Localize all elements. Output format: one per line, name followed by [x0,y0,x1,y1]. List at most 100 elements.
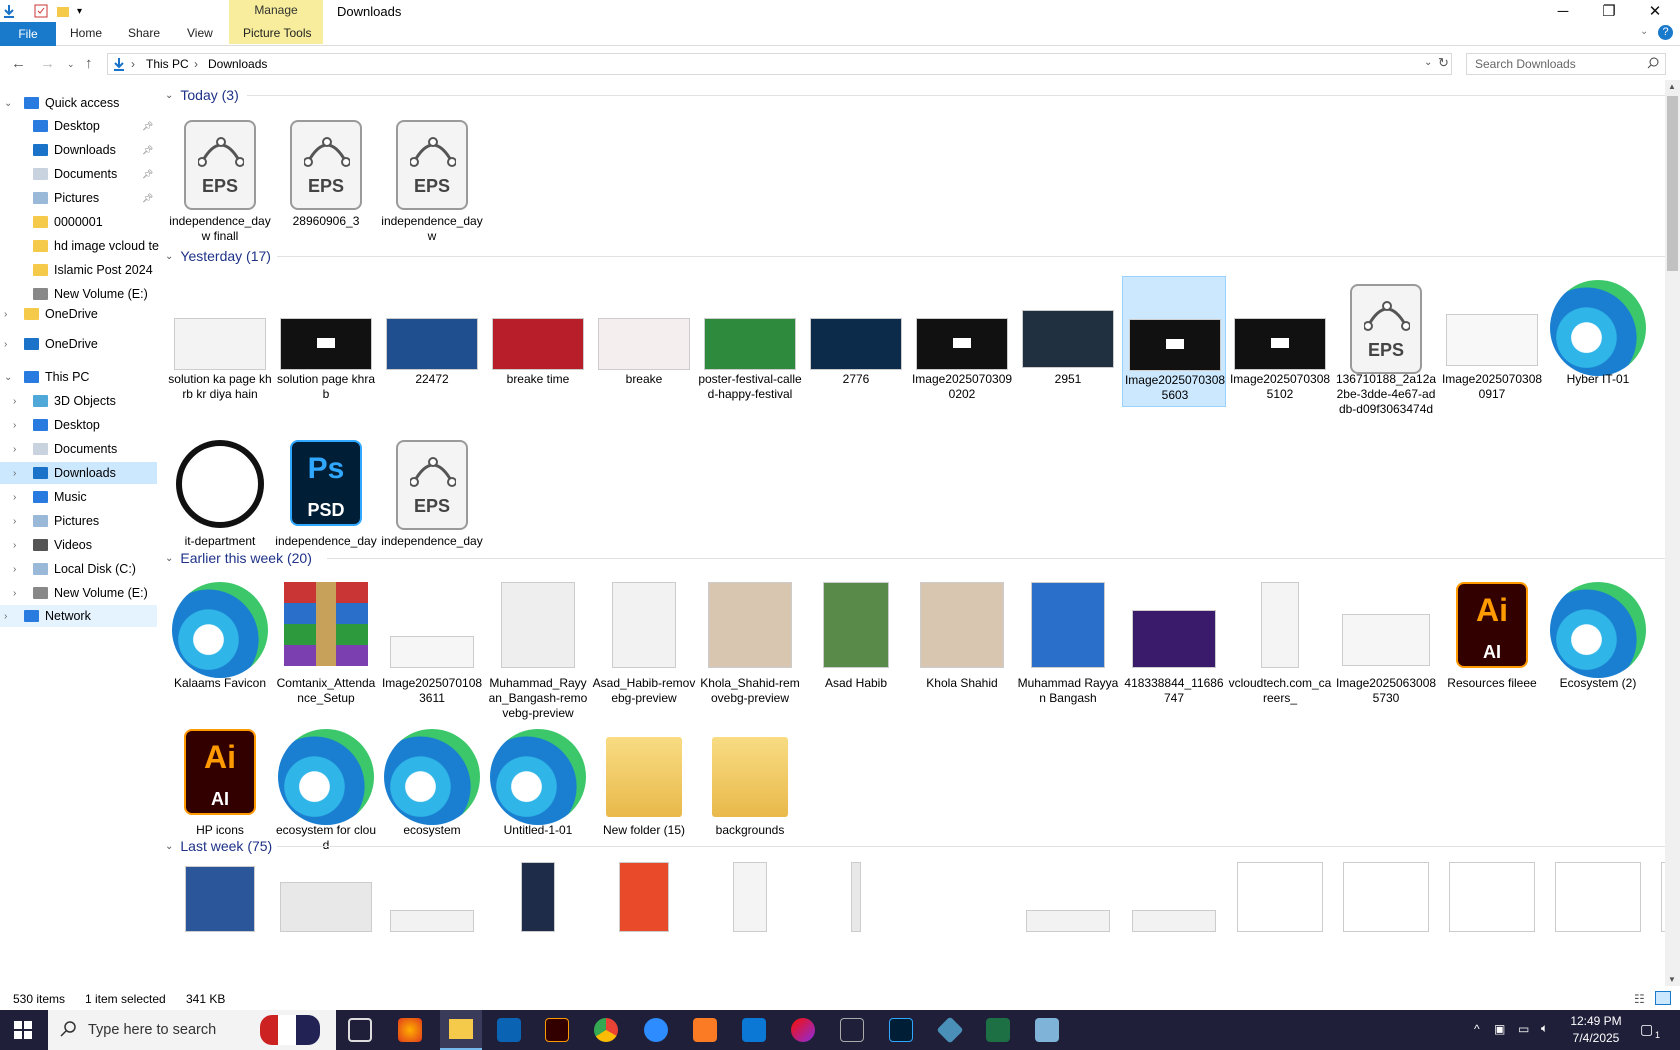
address-dropdown-icon[interactable]: ⌄ [1424,57,1432,68]
file-item[interactable]: EPS independence_dayw [380,116,484,246]
file-item[interactable]: backgrounds [698,725,802,855]
recent-locations-icon[interactable]: ⌄ [67,59,75,70]
file-item[interactable]: Image20250630085730 [1334,578,1438,708]
nav-item-documents[interactable]: Documents 📌︎ [0,163,157,185]
file-item[interactable]: ecosystem [380,725,484,855]
network-tray-icon[interactable]: ▭ [1518,1022,1529,1036]
last-week-group[interactable]: ⌄ Last week (75) [165,835,272,857]
file-item[interactable] [1546,856,1650,946]
illustrator-taskbar-icon[interactable] [545,1018,569,1042]
file-item[interactable] [1652,856,1665,946]
nav-item-onedrive-2[interactable]: › OneDrive [0,333,157,355]
collapse-chevron-icon[interactable]: ⌄ [165,251,173,262]
chrome-icon[interactable] [594,1018,618,1042]
file-item[interactable]: EPS 28960906_3 [274,116,378,246]
close-button[interactable]: ✕ [1632,0,1678,22]
file-item[interactable]: EPS 136710188_2a12a2be-3dde-4e67-addb-d09… [1334,276,1438,416]
creative-cloud-icon[interactable] [791,1018,815,1042]
collapse-chevron-icon[interactable]: ⌄ [165,90,173,101]
file-item[interactable]: Image20250703090202 [910,276,1014,416]
file-item[interactable]: Muhammad Rayyan Bangash [1016,578,1120,708]
tab-picture-tools[interactable]: Picture Tools [243,26,311,40]
large-icons-view-icon[interactable] [1655,991,1671,1005]
file-item[interactable] [1440,856,1544,946]
nav-item-local-disk-c-[interactable]: › Local Disk (C:) [0,558,157,580]
file-item[interactable]: 22472 [380,276,484,416]
chevron-icon[interactable]: › [4,339,7,350]
chevron-icon[interactable]: › [4,309,7,320]
file-item[interactable]: EPS independence_dayw finall [168,116,272,246]
chevron-icon[interactable]: › [13,492,16,503]
crumb-this-pc[interactable]: This PC [146,57,189,71]
app-diamond-icon[interactable] [936,1016,964,1044]
xampp-icon[interactable] [693,1018,717,1042]
file-item[interactable]: Khola Shahid [910,578,1014,708]
file-item[interactable]: Image20250703085102 [1228,276,1332,416]
search-input[interactable]: Search Downloads [1466,53,1666,75]
details-view-icon[interactable]: ☷ [1634,992,1645,1006]
file-item[interactable]: Comtanix_Attendance_Setup [274,578,378,708]
forward-icon[interactable]: → [40,55,55,72]
file-item[interactable] [1122,856,1226,946]
scroll-down-icon[interactable]: ▼ [1668,975,1676,984]
new-folder-icon[interactable] [56,3,70,19]
file-item[interactable]: EPS independence_day [380,436,484,566]
chevron-icon[interactable]: › [13,396,16,407]
file-item[interactable]: Hyber IT-01 [1546,276,1650,416]
restore-button[interactable]: ❐ [1586,0,1632,22]
file-item[interactable]: solution page khrab [274,276,378,416]
file-item[interactable]: breake [592,276,696,416]
nav-item-pictures[interactable]: › Pictures [0,510,157,532]
tray-time[interactable]: 12:49 PM [1570,1014,1622,1028]
nav-item-videos[interactable]: › Videos [0,534,157,556]
nav-item-documents[interactable]: › Documents [0,438,157,460]
file-item[interactable]: Ecosystem (2) [1546,578,1650,708]
customize-toolbar-icon[interactable]: ▾ [77,3,82,19]
tray-overflow-icon[interactable]: ^ [1474,1022,1480,1036]
nav-item-islamic-post-2024[interactable]: Islamic Post 2024 [0,259,157,281]
file-item[interactable] [698,856,802,946]
nav-item-desktop[interactable]: Desktop 📌︎ [0,115,157,137]
file-item[interactable] [274,856,378,946]
file-item[interactable]: Untitled-1-01 [486,725,590,855]
nav-item-desktop[interactable]: › Desktop [0,414,157,436]
scroll-up-icon[interactable]: ▲ [1668,82,1676,91]
nav-item-this-pc[interactable]: ⌄ This PC [0,366,157,388]
tab-share[interactable]: Share [128,26,160,40]
vscode-icon[interactable] [497,1018,521,1042]
file-item[interactable] [486,856,590,946]
nav-item-downloads[interactable]: › Downloads [0,462,157,484]
chevron-icon[interactable]: ⌄ [4,98,12,109]
nav-item-3d-objects[interactable]: › 3D Objects [0,390,157,412]
file-item[interactable]: 418338844_11686747 [1122,578,1226,708]
file-item[interactable] [1016,856,1120,946]
tray-date[interactable]: 7/4/2025 [1570,1031,1622,1045]
chevron-icon[interactable]: ⌄ [4,372,12,383]
file-item[interactable]: Khola_Shahid-removebg-preview [698,578,802,708]
tab-home[interactable]: Home [70,26,102,40]
nav-item-0000001[interactable]: 0000001 [0,211,157,233]
nav-item-new-volume-e-[interactable]: › New Volume (E:) [0,582,157,604]
chevron-icon[interactable]: › [13,420,16,431]
address-bar[interactable]: › This PC › Downloads ⌄ ↻ [107,53,1452,75]
file-item[interactable]: 2776 [804,276,908,416]
chevron-icon[interactable]: › [13,468,16,479]
expand-ribbon-icon[interactable]: ⌄ [1640,26,1648,37]
back-icon[interactable]: ← [11,55,26,72]
nav-item-downloads[interactable]: Downloads 📌︎ [0,139,157,161]
nav-item-onedrive-1[interactable]: › OneDrive [0,303,157,325]
file-item[interactable]: Muhammad_Rayyan_Bangash-removebg-preview [486,578,590,720]
file-item[interactable]: vcloudtech.com_careers_ [1228,578,1332,708]
chevron-icon[interactable]: › [4,611,7,622]
file-item[interactable] [592,856,696,946]
file-item[interactable]: ecosystem for cloud [274,725,378,855]
file-item[interactable]: solution ka page khrb kr diya hain [168,276,272,416]
help-icon[interactable]: ? [1658,25,1673,40]
file-item[interactable] [1228,856,1332,946]
notifications-icon[interactable]: ▢ [1640,1021,1653,1038]
file-item[interactable]: Image20250703085603 [1122,276,1226,407]
nav-item-pictures[interactable]: Pictures 📌︎ [0,187,157,209]
file-item[interactable]: Image20250703080917 [1440,276,1544,416]
photoshop-taskbar-icon[interactable] [889,1018,913,1042]
nav-item-hd-image-vcloud-te[interactable]: hd image vcloud te [0,235,159,257]
